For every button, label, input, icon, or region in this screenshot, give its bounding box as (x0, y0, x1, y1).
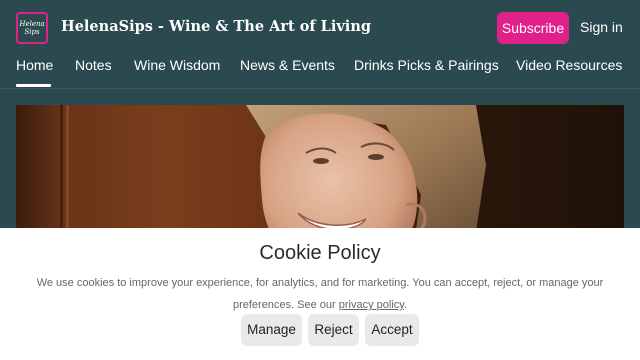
cookie-text-before: We use cookies to improve your experienc… (36, 277, 604, 311)
privacy-policy-link[interactable]: privacy policy (339, 299, 404, 311)
accept-button[interactable]: Accept (365, 314, 419, 346)
cookie-banner: Cookie Policy We use cookies to improve … (0, 228, 640, 360)
header-divider (0, 88, 640, 89)
signin-link[interactable]: Sign in (580, 19, 623, 35)
reject-button[interactable]: Reject (308, 314, 359, 346)
site-logo[interactable]: Helena Sips (16, 12, 48, 44)
cookie-description: We use cookies to improve your experienc… (30, 272, 610, 316)
site-title[interactable]: HelenaSips - Wine & The Art of Living (61, 18, 371, 35)
main-nav: Home Notes Wine Wisdom News & Events Dri… (0, 56, 640, 88)
nav-item-drinks-picks[interactable]: Drinks Picks & Pairings (354, 57, 499, 73)
manage-button[interactable]: Manage (241, 314, 302, 346)
active-nav-indicator (16, 84, 51, 87)
cookie-title: Cookie Policy (259, 242, 381, 264)
nav-item-video-resources[interactable]: Video Resources (516, 57, 622, 73)
subscribe-button[interactable]: Subscribe (497, 12, 569, 44)
nav-item-notes[interactable]: Notes (75, 57, 112, 73)
nav-item-home[interactable]: Home (16, 57, 53, 73)
cookie-text-after: . (403, 299, 408, 311)
nav-item-wine-wisdom[interactable]: Wine Wisdom (134, 57, 220, 73)
logo-text: Helena Sips (19, 20, 45, 36)
nav-item-news-events[interactable]: News & Events (240, 57, 335, 73)
